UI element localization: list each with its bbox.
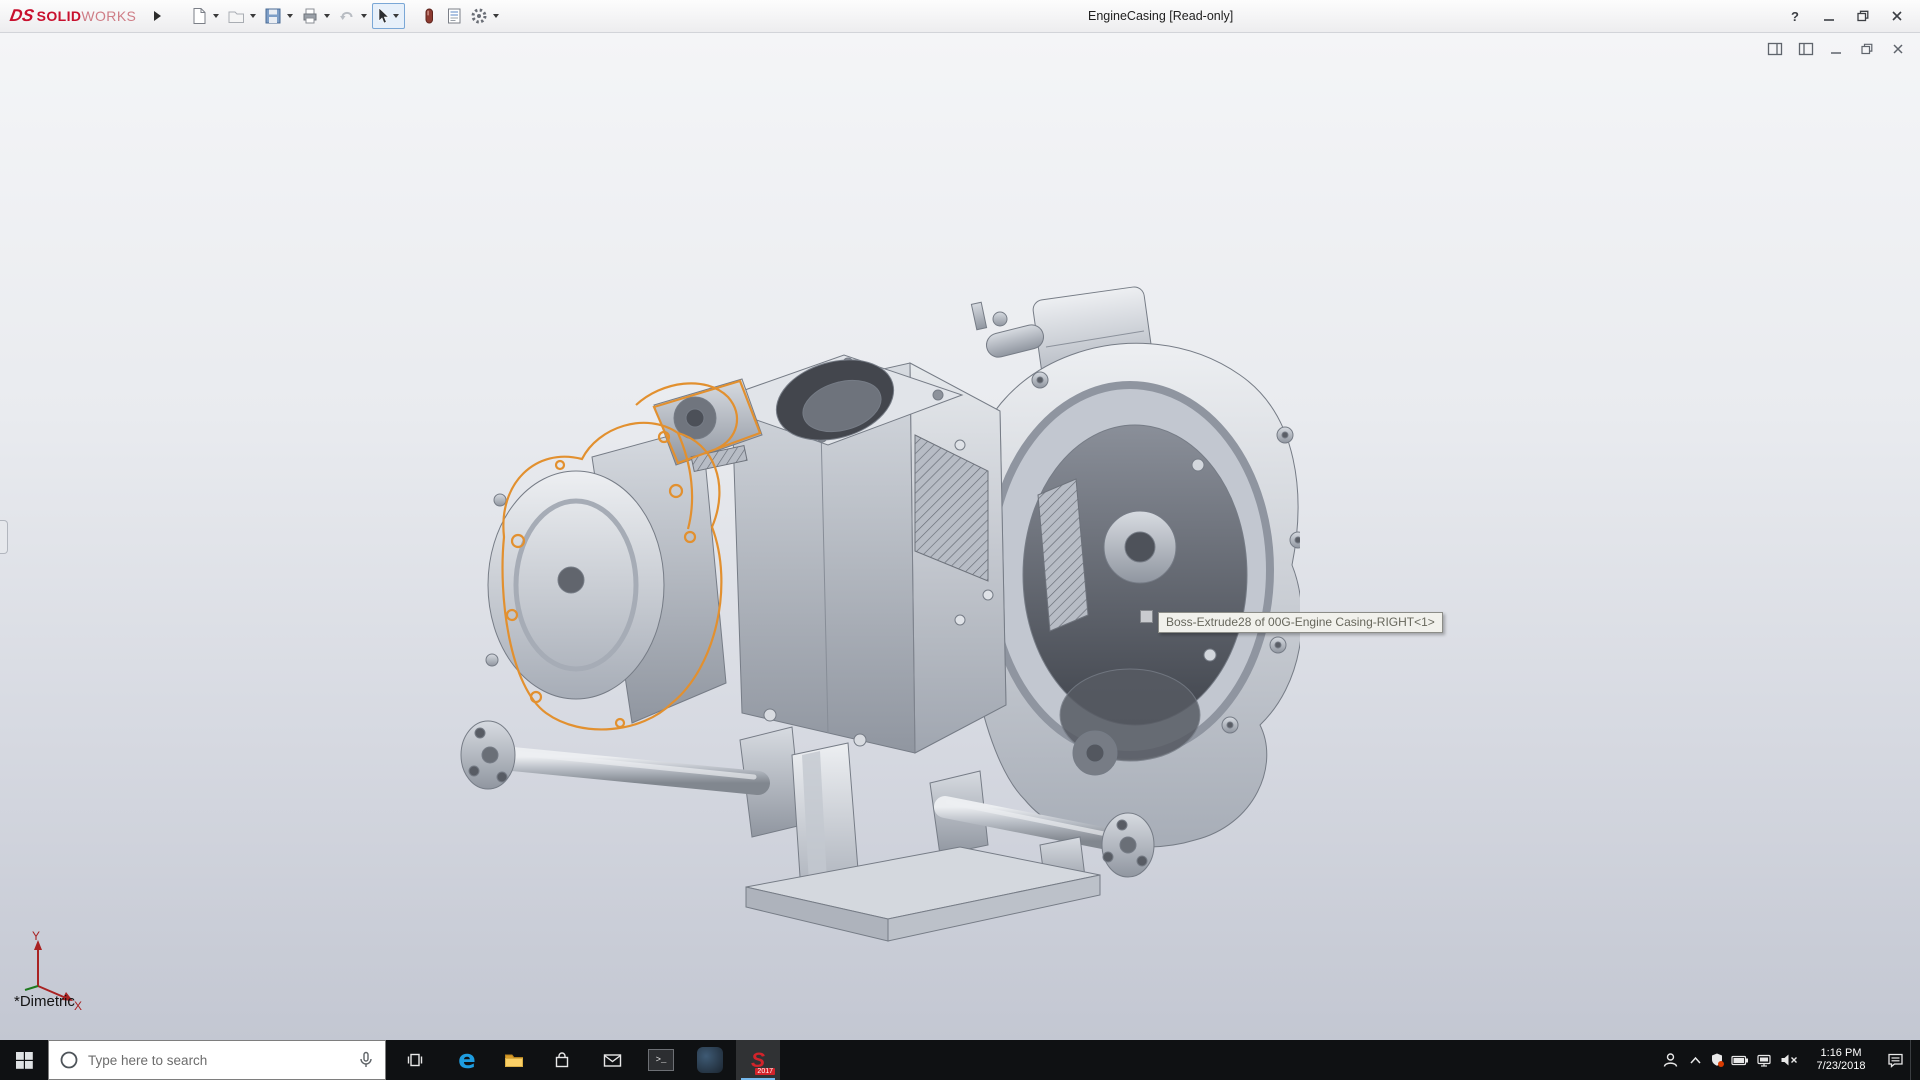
- store-icon: [553, 1052, 571, 1069]
- solidworks-window: DS SOLID WORKS: [0, 0, 1920, 1080]
- appearance-icon: [420, 7, 438, 25]
- save-icon: [264, 7, 282, 25]
- solidworks-taskbar-button[interactable]: S 2017: [736, 1040, 780, 1080]
- start-button[interactable]: [0, 1040, 48, 1080]
- doc-close-button[interactable]: [1890, 41, 1908, 57]
- new-document-dropdown[interactable]: [213, 14, 219, 18]
- action-center-button[interactable]: [1880, 1040, 1910, 1080]
- notification-icon: [1887, 1052, 1904, 1068]
- help-button[interactable]: ?: [1780, 4, 1810, 28]
- taskbar-clock[interactable]: 1:16 PM 7/23/2018: [1802, 1040, 1880, 1080]
- document-window-controls: [1766, 41, 1908, 57]
- clock-date: 7/23/2018: [1817, 1060, 1866, 1073]
- solidworks-icon: S 2017: [743, 1045, 773, 1075]
- open-document-icon: [227, 7, 245, 25]
- graphics-area[interactable]: Boss-Extrude28 of 00G-Engine Casing-RIGH…: [0, 33, 1920, 1040]
- split-pane-icon-2[interactable]: [1797, 41, 1815, 57]
- save-button[interactable]: [261, 3, 285, 29]
- network-tray-button[interactable]: [1752, 1040, 1776, 1080]
- feature-tooltip: Boss-Extrude28 of 00G-Engine Casing-RIGH…: [1158, 612, 1443, 633]
- edge-button[interactable]: e: [445, 1040, 489, 1080]
- battery-icon: [1731, 1053, 1749, 1067]
- mail-button[interactable]: [590, 1040, 634, 1080]
- solidworks-year-badge: 2017: [755, 1068, 775, 1075]
- people-button[interactable]: [1656, 1040, 1684, 1080]
- select-tool-button[interactable]: [372, 3, 405, 29]
- task-view-button[interactable]: [393, 1040, 437, 1080]
- design-binder-button[interactable]: [442, 3, 466, 29]
- panel-splitter-tab[interactable]: [0, 520, 8, 554]
- brand-solid: SOLID: [37, 8, 82, 24]
- menu-flyout-arrow[interactable]: [154, 11, 161, 21]
- window-title: EngineCasing [Read-only]: [1088, 0, 1233, 33]
- brand-works: WORKS: [81, 8, 136, 24]
- dassault-logo-glyph: DS: [8, 6, 35, 26]
- task-view-icon: [406, 1052, 424, 1068]
- undo-icon: [338, 7, 356, 25]
- file-explorer-button[interactable]: [492, 1040, 536, 1080]
- network-icon: [1756, 1053, 1772, 1068]
- microphone-icon[interactable]: [357, 1051, 375, 1069]
- close-button[interactable]: [1882, 4, 1912, 28]
- volume-muted-icon: [1780, 1053, 1798, 1067]
- doc-minimize-button[interactable]: [1828, 41, 1846, 57]
- edge-icon: e: [458, 1047, 476, 1073]
- windows-taskbar: e >_ S 2: [0, 1040, 1920, 1080]
- split-pane-icon-1[interactable]: [1766, 41, 1784, 57]
- doc-restore-button[interactable]: [1859, 41, 1877, 57]
- minimize-button[interactable]: [1814, 4, 1844, 28]
- gear-icon: [470, 7, 488, 25]
- mail-icon: [603, 1053, 622, 1068]
- window-controls: ?: [1780, 4, 1920, 28]
- tray-expand-button[interactable]: [1684, 1040, 1706, 1080]
- security-shield-icon: [1709, 1052, 1725, 1068]
- windows-logo-icon: [16, 1052, 33, 1069]
- people-icon: [1662, 1052, 1679, 1068]
- appearance-button[interactable]: [417, 3, 441, 29]
- battery-tray-button[interactable]: [1728, 1040, 1752, 1080]
- cortana-icon[interactable]: [58, 1049, 80, 1071]
- print-icon: [301, 7, 319, 25]
- options-button[interactable]: [467, 3, 491, 29]
- titlebar: DS SOLID WORKS: [0, 0, 1920, 33]
- view-orientation-label: *Dimetric: [14, 993, 75, 1010]
- cursor-icon: [1140, 610, 1153, 623]
- save-dropdown[interactable]: [287, 14, 293, 18]
- open-document-button[interactable]: [224, 3, 248, 29]
- select-tool-dropdown[interactable]: [393, 14, 399, 18]
- restore-button[interactable]: [1848, 4, 1878, 28]
- options-dropdown[interactable]: [493, 14, 499, 18]
- taskbar-search: [48, 1040, 386, 1080]
- app-icon: [697, 1047, 723, 1073]
- triad-y-label: Y: [32, 929, 40, 943]
- command-prompt-icon: >_: [648, 1049, 674, 1071]
- new-document-button[interactable]: [187, 3, 211, 29]
- undo-dropdown[interactable]: [361, 14, 367, 18]
- security-tray-button[interactable]: [1706, 1040, 1728, 1080]
- restore-icon: [1856, 9, 1870, 23]
- print-button[interactable]: [298, 3, 322, 29]
- system-tray: 1:16 PM 7/23/2018: [1656, 1040, 1920, 1080]
- show-desktop-button[interactable]: [1910, 1040, 1920, 1080]
- clock-time: 1:16 PM: [1817, 1047, 1866, 1060]
- close-icon: [1890, 9, 1904, 23]
- print-dropdown[interactable]: [324, 14, 330, 18]
- volume-tray-button[interactable]: [1776, 1040, 1802, 1080]
- design-binder-icon: [445, 7, 463, 25]
- solidworks-logo: DS SOLID WORKS: [0, 6, 136, 26]
- quick-toolbar: [187, 3, 503, 29]
- command-prompt-button[interactable]: >_: [639, 1040, 683, 1080]
- app-button-dark[interactable]: [688, 1040, 732, 1080]
- open-document-dropdown[interactable]: [250, 14, 256, 18]
- search-input[interactable]: [88, 1053, 357, 1068]
- new-document-icon: [190, 7, 208, 25]
- file-explorer-icon: [504, 1052, 524, 1069]
- store-button[interactable]: [540, 1040, 584, 1080]
- select-arrow-icon: [374, 7, 392, 25]
- minimize-icon: [1822, 9, 1836, 23]
- chevron-up-icon: [1688, 1054, 1703, 1066]
- undo-button[interactable]: [335, 3, 359, 29]
- triad-x-label: X: [74, 999, 82, 1012]
